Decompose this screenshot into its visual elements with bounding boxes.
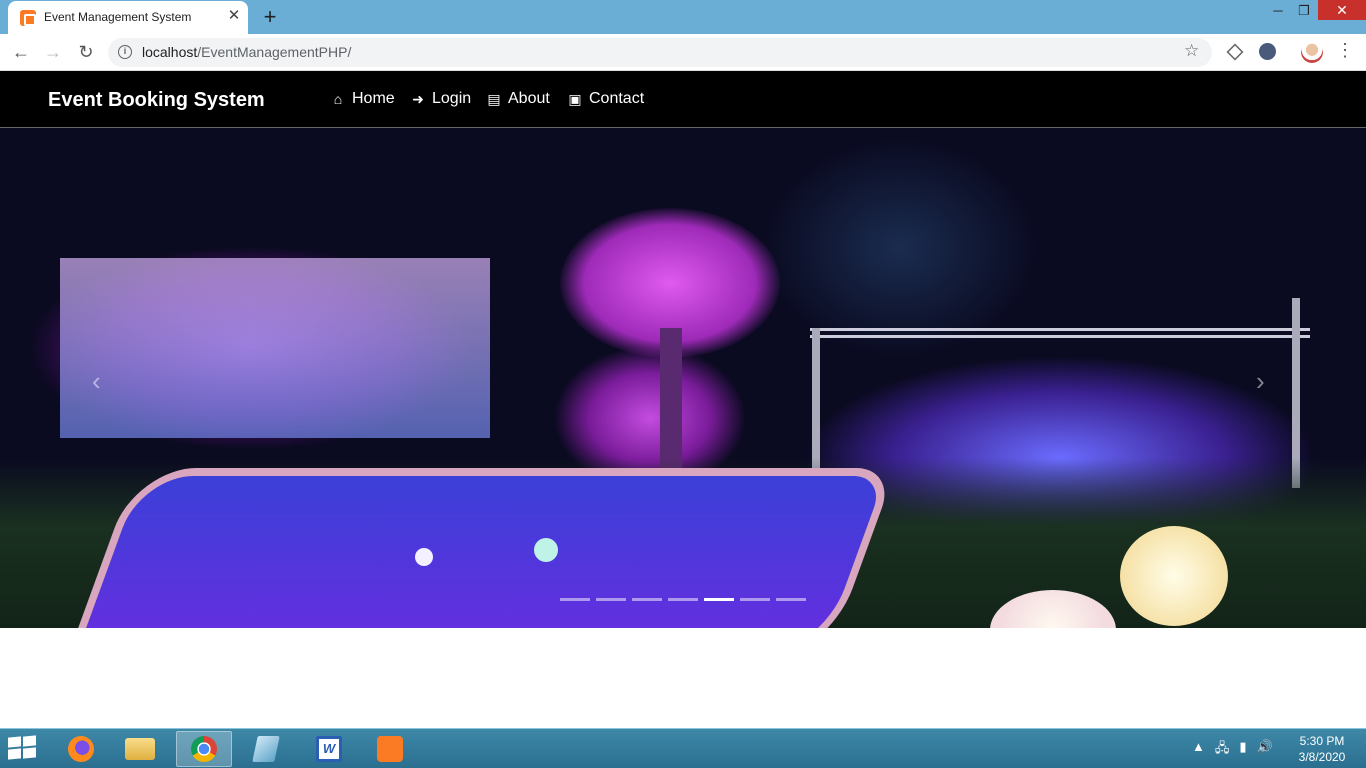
network-icon[interactable]: 🖧 [1215,739,1230,761]
window-close-button[interactable]: ✕ [1318,0,1366,20]
browser-titlebar: Event Management System ✕ + ─ ❐ ✕ [0,0,1366,34]
chrome-icon [191,736,217,762]
xampp-icon [377,736,403,762]
slide-image-orb [415,548,433,566]
site-navbar: Event Booking System ⌂ Home ➜ Login ▤ Ab… [0,71,1366,128]
new-tab-button[interactable]: + [258,4,282,30]
taskbar-firefox[interactable] [53,731,109,767]
restore-button[interactable]: ❐ [1290,0,1318,22]
carousel-indicator[interactable] [668,598,698,601]
slide-image-venue [60,258,490,438]
nav-login[interactable]: ➜ Login [409,90,471,108]
site-info-icon[interactable]: i [118,45,132,59]
nav-about[interactable]: ▤ About [485,90,550,108]
taskbar-chrome[interactable] [176,731,232,767]
clock-date: 3/8/2020 [1298,750,1346,764]
slide-image-stage-truss [810,328,1310,338]
carousel-next-icon[interactable]: › [1256,366,1265,397]
tab-title: Event Management System [44,10,192,24]
address-book-icon: ▣ [568,90,582,107]
home-icon: ⌂ [333,90,343,107]
slide-image-pool [63,468,897,628]
nav-contact[interactable]: ▣ Contact [566,90,644,108]
reload-button[interactable]: ↻ [74,40,98,64]
id-card-icon: ▤ [487,90,501,107]
nav-contact-label: Contact [589,90,645,107]
forward-button[interactable]: → [41,40,65,64]
tab-close-icon[interactable]: ✕ [224,6,244,24]
power-icon[interactable]: ▮ [1239,739,1246,761]
xampp-favicon-icon [20,10,36,26]
system-tray: ▲ 🖧 ▮ 🔊 [1192,739,1273,761]
carousel-indicator[interactable] [776,598,806,601]
system-clock[interactable]: 5:30 PM 3/8/2020 [1292,733,1352,765]
extension-icon[interactable] [1259,43,1276,60]
os-taskbar: W ▲ 🖧 ▮ 🔊 5:30 PM 3/8/2020 [0,728,1366,768]
volume-icon[interactable]: 🔊 [1257,739,1273,761]
show-hidden-icons-icon[interactable]: ▲ [1192,739,1205,761]
start-button[interactable] [8,735,38,761]
browser-tab[interactable]: Event Management System ✕ [8,1,248,34]
carousel-indicator[interactable] [740,598,770,601]
clock-time: 5:30 PM [1299,734,1345,748]
minimize-button[interactable]: ─ [1264,0,1292,22]
taskbar-file-explorer[interactable] [112,731,168,767]
bookmark-star-icon[interactable]: ☆ [1184,41,1199,61]
nav-home-label: Home [352,90,395,107]
carousel-indicator[interactable] [560,598,590,601]
carousel-indicators [560,598,806,601]
notepad-icon [252,736,280,762]
taskbar-xampp[interactable] [362,731,418,767]
firefox-icon [68,736,94,762]
site-brand[interactable]: Event Booking System [48,89,265,112]
profile-avatar[interactable] [1301,41,1323,63]
nav-home[interactable]: ⌂ Home [329,90,395,108]
nav-login-label: Login [432,90,472,107]
slide-image-trunk [660,328,682,468]
back-button[interactable]: ← [9,40,33,64]
nav-about-label: About [508,90,550,107]
folder-icon [125,738,155,760]
taskbar-word[interactable]: W [301,731,357,767]
hero-carousel: ‹ › [0,128,1366,628]
slide-image-orb [534,538,558,562]
browser-toolbar: ← → ↻ i localhost/EventManagementPHP/ ☆ [0,34,1366,71]
sign-in-icon: ➜ [412,90,424,107]
word-icon: W [316,736,342,762]
taskbar-notepad[interactable] [238,731,294,767]
url-text: localhost/EventManagementPHP/ [142,44,352,60]
carousel-indicator[interactable] [596,598,626,601]
browser-menu-icon[interactable]: ⋮ [1336,40,1354,61]
carousel-prev-icon[interactable]: ‹ [92,366,101,397]
slide-image-orb [1120,526,1228,626]
carousel-indicator[interactable] [704,598,734,601]
address-bar[interactable]: i localhost/EventManagementPHP/ ☆ [108,38,1212,67]
carousel-indicator[interactable] [632,598,662,601]
